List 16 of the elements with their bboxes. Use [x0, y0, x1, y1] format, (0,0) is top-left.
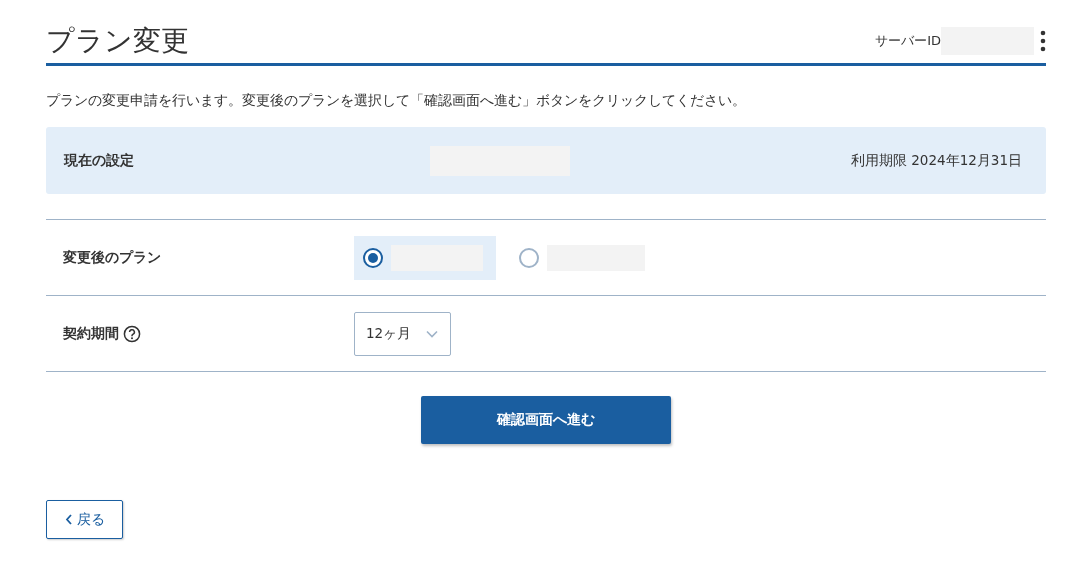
- description-text: プランの変更申請を行います。変更後のプランを選択して「確認画面へ進む」ボタンをクリックしてください。: [46, 92, 747, 110]
- page-title: プラン変更: [46, 22, 190, 59]
- back-button[interactable]: 戻る: [46, 500, 123, 539]
- help-icon[interactable]: [123, 324, 141, 343]
- expiry-text: 利用期限 2024年12月31日: [851, 151, 1022, 170]
- chevron-down-icon: [426, 329, 438, 338]
- radio-button[interactable]: [519, 247, 539, 268]
- term-select[interactable]: 12ヶ月: [354, 311, 451, 356]
- plan-label: 変更後のプラン: [63, 248, 162, 267]
- radio-button[interactable]: [363, 247, 383, 268]
- term-label: 契約期間: [63, 324, 119, 343]
- current-settings-label: 現在の設定: [64, 151, 135, 170]
- chevron-left-icon: [64, 514, 73, 525]
- confirm-button[interactable]: 確認画面へ進む: [421, 396, 671, 444]
- more-menu-icon[interactable]: [1040, 29, 1046, 52]
- server-id-label: サーバーID: [875, 31, 941, 50]
